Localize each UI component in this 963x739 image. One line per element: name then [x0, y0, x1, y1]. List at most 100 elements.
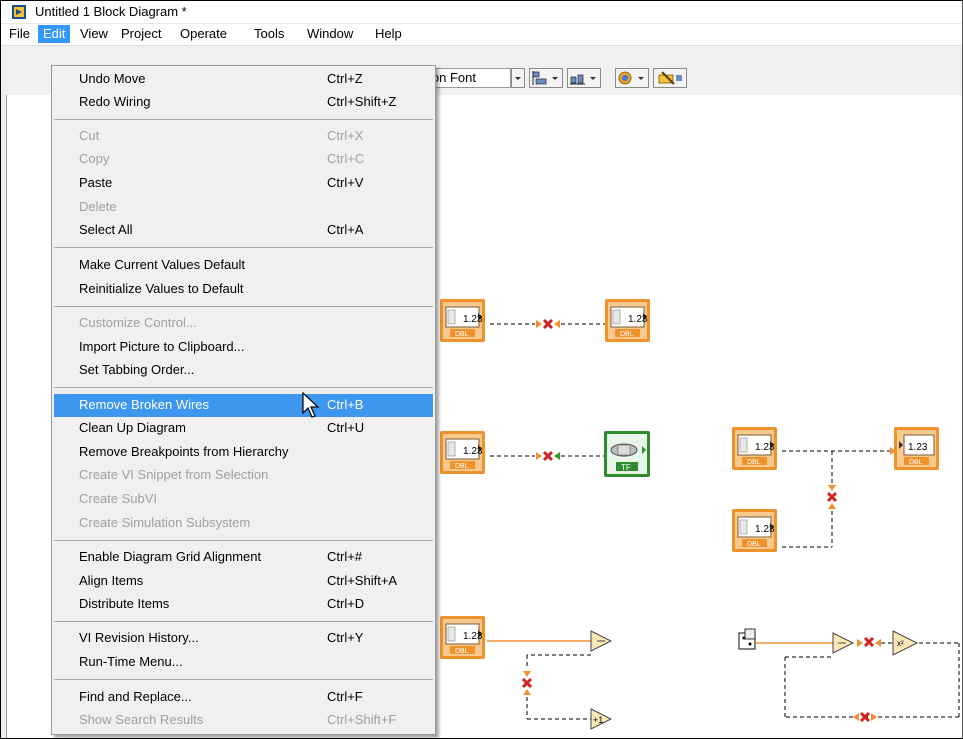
align-objects-icon: [532, 71, 558, 85]
menu-item-create-subvi: Create SubVI: [54, 488, 433, 511]
menu-item-label: Redo Wiring: [79, 94, 151, 109]
menu-item-shortcut: Ctrl+#: [327, 549, 363, 564]
menu-item-label: Delete: [79, 199, 117, 214]
numeric-indicator-dbl[interactable]: 1.23 DBL: [894, 427, 944, 473]
reorder-icon: [618, 71, 644, 85]
menu-edit[interactable]: Edit: [38, 25, 71, 43]
numeric-control-dbl[interactable]: 1.23 DBL: [440, 299, 490, 345]
menu-tools[interactable]: Tools: [249, 25, 289, 43]
font-dropdown-button[interactable]: [511, 68, 525, 88]
menu-item-customize-control: Customize Control...: [54, 312, 433, 335]
menu-item-shortcut: Ctrl+F: [327, 689, 363, 704]
numeric-value: 1.23: [463, 631, 483, 642]
menu-item-label: Clean Up Diagram: [79, 420, 186, 435]
menu-item-run-time-menu[interactable]: Run-Time Menu...: [54, 651, 433, 674]
menu-separator: [54, 306, 433, 307]
menu-item-import-picture[interactable]: Import Picture to Clipboard...: [54, 336, 433, 359]
chevron-down-icon: [515, 77, 521, 80]
title-bar: Untitled 1 Block Diagram *: [1, 1, 962, 24]
numeric-value: 1.23: [463, 314, 483, 325]
menu-separator: [54, 621, 433, 622]
menu-item-label: Find and Replace...: [79, 689, 192, 704]
numeric-control-dbl[interactable]: 1.23 DBL: [732, 509, 782, 555]
wire-to-functions[interactable]: +1: [487, 625, 627, 737]
menu-item-create-simulation-subsystem: Create Simulation Subsystem: [54, 512, 433, 535]
numeric-control-dbl[interactable]: 1.23 DBL: [440, 616, 490, 662]
dbl-tag: DBL: [455, 648, 469, 655]
broken-wire[interactable]: [490, 316, 605, 332]
menu-separator: [54, 119, 433, 120]
menu-item-paste[interactable]: Paste Ctrl+V: [54, 172, 433, 195]
menu-item-label: Remove Broken Wires: [79, 397, 210, 412]
menu-item-reinitialize-values[interactable]: Reinitialize Values to Default: [54, 278, 433, 301]
labview-app-icon: [12, 5, 26, 19]
menu-item-find-and-replace[interactable]: Find and Replace... Ctrl+F: [54, 686, 433, 709]
menu-item-label: Cut: [79, 128, 100, 143]
dbl-tag: DBL: [909, 459, 923, 466]
align-objects-button[interactable]: [529, 68, 563, 88]
numeric-value: 1.23: [628, 314, 648, 325]
menu-item-make-current-values-default[interactable]: Make Current Values Default: [54, 254, 433, 277]
mouse-pointer-icon: [302, 391, 320, 418]
random-number-chain[interactable]: x²: [737, 627, 961, 727]
menu-item-remove-breakpoints[interactable]: Remove Breakpoints from Hierarchy: [54, 441, 433, 464]
menu-item-label: Create VI Snippet from Selection: [79, 467, 269, 482]
menu-separator: [54, 540, 433, 541]
clean-up-diagram-icon: [658, 71, 682, 85]
distribute-objects-button[interactable]: [567, 68, 601, 88]
numeric-control-dbl[interactable]: 1.23 DBL: [440, 431, 490, 477]
menu-item-label: Paste: [79, 175, 113, 190]
menu-item-label: Copy: [79, 151, 110, 166]
menu-operate[interactable]: Operate: [175, 25, 232, 43]
menu-item-undo-move[interactable]: Undo Move Ctrl+Z: [54, 68, 433, 91]
menu-window[interactable]: Window: [302, 25, 358, 43]
menu-item-label: Enable Diagram Grid Alignment: [79, 549, 262, 564]
menu-item-select-all[interactable]: Select All Ctrl+A: [54, 219, 433, 242]
menu-item-label: Create Simulation Subsystem: [79, 515, 251, 530]
menu-item-label: Undo Move: [79, 71, 146, 86]
menu-item-shortcut: Ctrl+V: [327, 175, 364, 190]
menu-project[interactable]: Project: [116, 25, 166, 43]
menu-item-label: Align Items: [79, 573, 144, 588]
menu-item-label: Import Picture to Clipboard...: [79, 339, 245, 354]
menu-item-align-items[interactable]: Align Items Ctrl+Shift+A: [54, 570, 433, 593]
tf-tag: TF: [621, 463, 631, 472]
menu-item-clean-up-diagram[interactable]: Clean Up Diagram Ctrl+U: [54, 417, 433, 440]
window-title: Untitled 1 Block Diagram *: [35, 4, 187, 19]
menu-item-shortcut: Ctrl+Shift+Z: [327, 94, 397, 109]
menu-item-cut: Cut Ctrl+X: [54, 125, 433, 148]
menu-item-show-search-results: Show Search Results Ctrl+Shift+F: [54, 709, 433, 732]
menu-item-remove-broken-wires[interactable]: Remove Broken Wires Ctrl+B: [54, 394, 433, 417]
menu-item-label: Show Search Results: [79, 712, 204, 727]
menu-view[interactable]: View: [75, 25, 113, 43]
broken-wire[interactable]: [490, 448, 605, 464]
menu-item-vi-revision-history[interactable]: VI Revision History... Ctrl+Y: [54, 627, 433, 650]
dbl-tag: DBL: [455, 463, 469, 470]
menu-item-set-tabbing-order[interactable]: Set Tabbing Order...: [54, 359, 433, 382]
font-selector[interactable]: ion Font: [426, 68, 511, 88]
menu-item-shortcut: Ctrl+A: [327, 222, 364, 237]
svg-text:x²: x²: [897, 639, 904, 648]
menu-file[interactable]: File: [4, 25, 35, 43]
menu-separator: [54, 679, 433, 680]
menu-bar: File Edit View Project Operate Tools Win…: [1, 24, 962, 44]
broken-wire-junction[interactable]: [782, 443, 897, 563]
menu-item-distribute-items[interactable]: Distribute Items Ctrl+D: [54, 593, 433, 616]
menu-item-shortcut: Ctrl+B: [327, 397, 364, 412]
clean-up-diagram-button[interactable]: [653, 68, 687, 88]
menu-item-redo-wiring[interactable]: Redo Wiring Ctrl+Shift+Z: [54, 91, 433, 114]
menu-help[interactable]: Help: [370, 25, 407, 43]
boolean-indicator-tf[interactable]: TF: [604, 431, 654, 479]
numeric-control-dbl[interactable]: 1.23 DBL: [732, 427, 782, 473]
numeric-indicator-dbl[interactable]: 1.23 DBL: [605, 299, 655, 345]
distribute-objects-icon: [570, 74, 596, 85]
dbl-tag: DBL: [620, 331, 634, 338]
labview-window: Untitled 1 Block Diagram * File Edit Vie…: [0, 0, 963, 739]
menu-item-label: Customize Control...: [79, 315, 197, 330]
dbl-tag: DBL: [747, 459, 761, 466]
edit-menu-dropdown: Undo Move Ctrl+Z Redo Wiring Ctrl+Shift+Z …: [51, 65, 436, 735]
menu-item-enable-grid-alignment[interactable]: Enable Diagram Grid Alignment Ctrl+#: [54, 546, 433, 569]
font-selector-value: ion Font: [429, 70, 476, 85]
menu-item-shortcut: Ctrl+Shift+A: [327, 573, 398, 588]
reorder-button[interactable]: [615, 68, 649, 88]
